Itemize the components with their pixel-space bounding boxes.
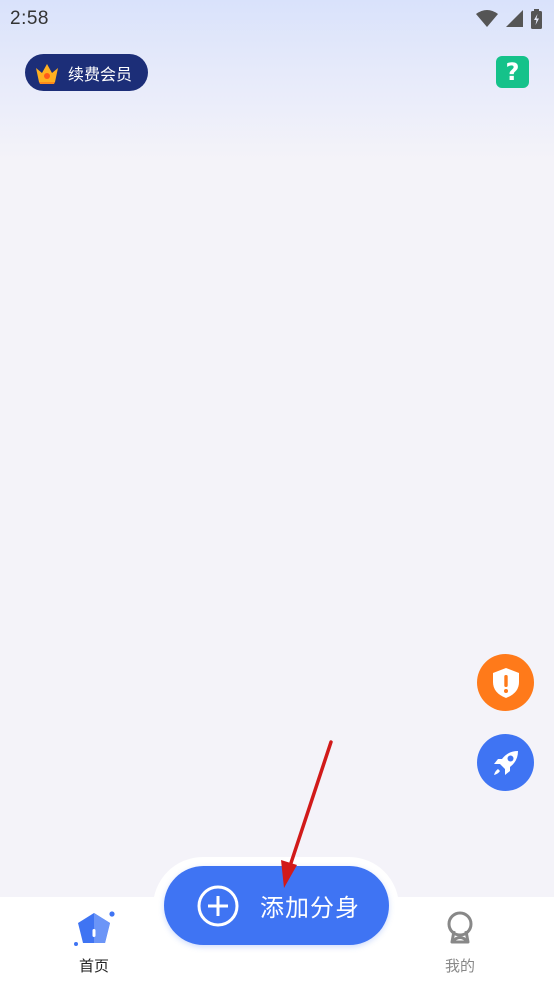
rocket-boost-button[interactable] bbox=[477, 734, 534, 791]
vip-renew-button[interactable]: 续费会员 bbox=[25, 54, 148, 91]
nav-label-home: 首页 bbox=[78, 958, 109, 975]
shield-alert-icon bbox=[492, 667, 519, 698]
status-bar: 2:58 bbox=[0, 0, 554, 38]
vip-renew-label: 续费会员 bbox=[68, 66, 133, 84]
plus-circle-icon bbox=[197, 885, 239, 926]
shield-alert-button[interactable] bbox=[477, 654, 534, 711]
profile-icon bbox=[447, 911, 473, 944]
home-icon bbox=[74, 911, 115, 946]
add-button[interactable]: 添加分身 bbox=[164, 866, 389, 945]
status-time: 2:58 bbox=[10, 8, 49, 29]
nav-item-mine[interactable]: 我的 bbox=[415, 897, 505, 984]
help-icon: ? bbox=[505, 58, 520, 86]
rocket-icon bbox=[493, 750, 518, 775]
help-button[interactable]: ? bbox=[496, 56, 529, 88]
crown-icon bbox=[36, 63, 58, 84]
nav-item-home[interactable]: 首页 bbox=[49, 897, 139, 984]
cell-signal-icon bbox=[506, 10, 523, 27]
nav-label-mine: 我的 bbox=[444, 958, 475, 975]
wifi-icon bbox=[476, 10, 498, 27]
status-icons bbox=[476, 9, 542, 29]
add-button-label: 添加分身 bbox=[260, 895, 360, 922]
battery-charging-icon bbox=[531, 9, 542, 29]
